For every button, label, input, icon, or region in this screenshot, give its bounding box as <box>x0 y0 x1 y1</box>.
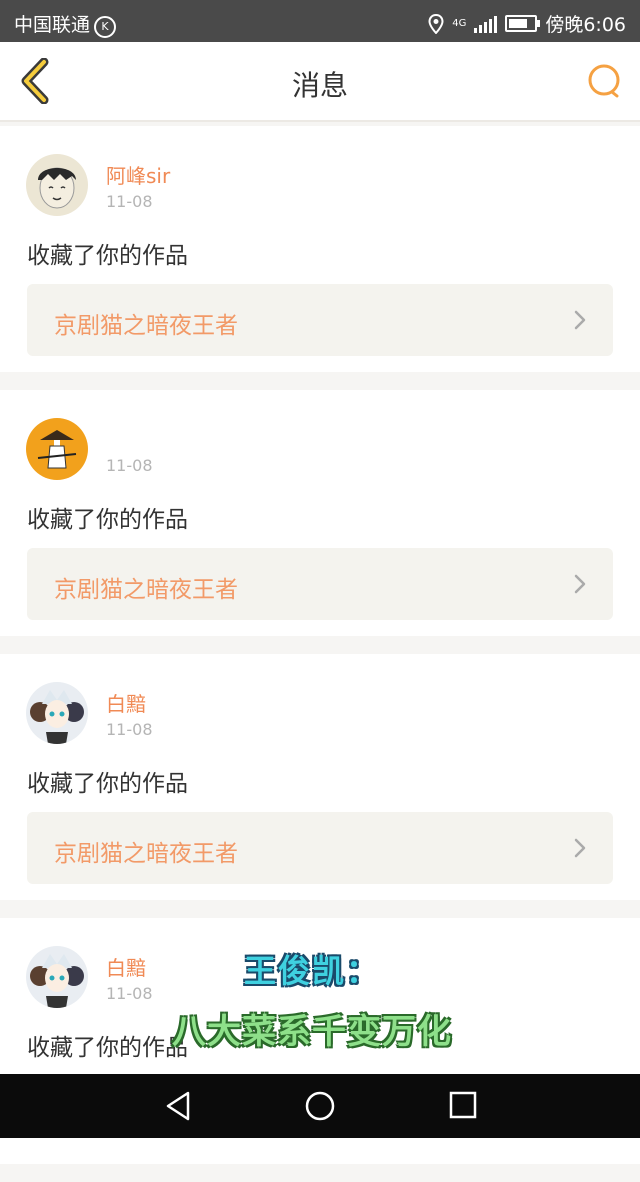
search-icon[interactable] <box>586 62 624 100</box>
chevron-right-icon <box>574 310 586 330</box>
status-bar: 中国联通 K 4G 傍晚6:06 <box>0 0 640 42</box>
chevron-right-icon <box>574 838 586 858</box>
system-navigation-bar <box>0 1074 640 1138</box>
nav-recents-icon[interactable] <box>448 1090 478 1120</box>
battery-icon <box>505 15 541 32</box>
subtitle-line-2: 八大菜系千变万化 <box>172 1012 452 1052</box>
avatar[interactable] <box>26 154 88 216</box>
work-link[interactable]: 京剧猫之暗夜王者 <box>27 812 613 884</box>
subtitle-line-1: 王俊凯： <box>244 952 381 990</box>
notification-date: 11-08 <box>106 720 153 739</box>
carrier-name: 中国联通 <box>14 14 91 36</box>
user-name[interactable]: 白黯 <box>106 688 146 717</box>
user-name[interactable]: 白黯 <box>106 952 146 981</box>
avatar[interactable] <box>26 682 88 744</box>
avatar[interactable] <box>26 418 88 480</box>
clock: 傍晚6:06 <box>545 14 626 36</box>
signal-icon <box>474 15 498 33</box>
user-avatar-icon <box>26 682 88 744</box>
work-title: 京剧猫之暗夜王者 <box>54 841 238 867</box>
work-link[interactable]: 京剧猫之暗夜王者 <box>27 548 613 620</box>
carrier-label: 中国联通 K <box>14 10 117 38</box>
location-icon <box>428 13 444 34</box>
notification-date: 11-08 <box>106 984 153 1003</box>
nav-home-icon[interactable] <box>304 1090 336 1122</box>
page-title: 消息 <box>291 69 348 102</box>
notification-card: 阿峰sir 11-08 收藏了你的作品 京剧猫之暗夜王者 <box>0 126 640 372</box>
work-title: 京剧猫之暗夜王者 <box>54 577 238 603</box>
work-link[interactable]: 京剧猫之暗夜王者 <box>27 284 613 356</box>
status-icons: 4G 傍晚6:06 <box>428 10 626 37</box>
user-avatar-icon <box>26 418 88 480</box>
app-header: 消息 <box>0 42 640 122</box>
avatar[interactable] <box>26 946 88 1008</box>
notification-message: 收藏了你的作品 <box>27 507 188 533</box>
notification-message: 收藏了你的作品 <box>27 1035 188 1061</box>
notification-date: 11-08 <box>106 192 153 211</box>
notification-message: 收藏了你的作品 <box>27 243 188 269</box>
work-title: 京剧猫之暗夜王者 <box>54 313 238 339</box>
user-avatar-icon <box>26 946 88 1008</box>
notification-card: 11-08 收藏了你的作品 京剧猫之暗夜王者 <box>0 390 640 636</box>
user-avatar-icon <box>26 154 88 216</box>
k-badge-icon: K <box>94 16 117 38</box>
notification-card: 白黯 11-08 收藏了你的作品 京剧猫之暗夜王者 <box>0 654 640 900</box>
notification-message: 收藏了你的作品 <box>27 771 188 797</box>
user-name[interactable]: 阿峰sir <box>106 160 170 189</box>
notification-date: 11-08 <box>106 456 153 475</box>
network-type: 4G <box>452 18 467 29</box>
nav-back-icon[interactable] <box>164 1090 192 1122</box>
chevron-right-icon <box>574 574 586 594</box>
